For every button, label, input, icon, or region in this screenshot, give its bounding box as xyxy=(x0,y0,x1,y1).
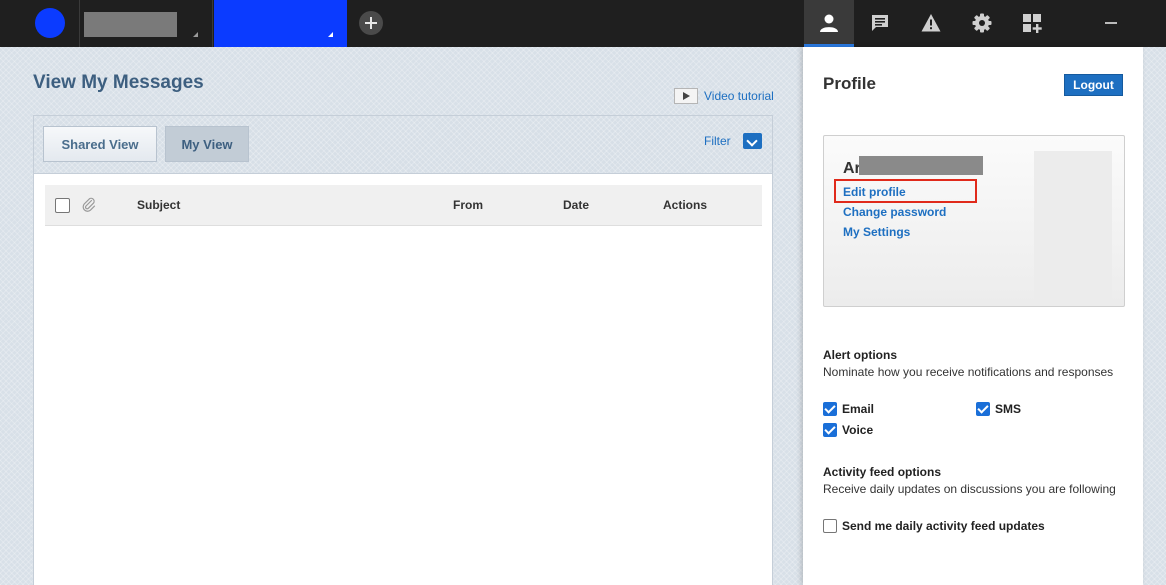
edit-profile-link[interactable]: Edit profile xyxy=(843,185,906,199)
sms-option[interactable]: SMS xyxy=(976,402,1021,416)
logo-icon[interactable] xyxy=(35,8,65,38)
profile-icon xyxy=(820,14,838,32)
filter-dropdown-button[interactable] xyxy=(743,133,762,149)
my-settings-link[interactable]: My Settings xyxy=(843,225,910,239)
email-checkbox[interactable] xyxy=(823,402,837,416)
site-dropdown-indicator xyxy=(328,32,333,37)
top-navigation-bar xyxy=(0,0,1166,47)
add-button[interactable] xyxy=(359,11,383,35)
attachment-icon xyxy=(82,197,96,212)
daily-updates-checkbox[interactable] xyxy=(823,519,837,533)
activity-feed-description: Receive daily updates on discussions you… xyxy=(823,482,1116,496)
page-title: View My Messages xyxy=(33,72,204,93)
column-date[interactable]: Date xyxy=(563,198,589,212)
email-option[interactable]: Email xyxy=(823,402,874,416)
nav-alerts[interactable] xyxy=(906,0,956,47)
sms-checkbox[interactable] xyxy=(976,402,990,416)
column-from[interactable]: From xyxy=(453,198,483,212)
activity-feed-title: Activity feed options xyxy=(823,465,942,479)
org-dropdown-indicator xyxy=(193,32,198,37)
voice-label: Voice xyxy=(842,423,874,437)
divider xyxy=(79,0,80,47)
profile-panel: Profile Logout Ar Edit profile Change pa… xyxy=(803,47,1143,585)
video-tutorial-link[interactable]: Video tutorial xyxy=(674,88,774,104)
profile-card: Ar Edit profile Change password My Setti… xyxy=(823,135,1125,307)
site-selector[interactable] xyxy=(214,0,347,47)
logout-button[interactable]: Logout xyxy=(1064,74,1123,96)
tab-my-view[interactable]: My View xyxy=(165,126,249,162)
column-subject[interactable]: Subject xyxy=(137,198,180,212)
email-label: Email xyxy=(842,402,875,416)
messages-panel: Shared View My View Filter Subject From … xyxy=(33,115,773,585)
alert-options-description: Nominate how you receive notifications a… xyxy=(823,365,1114,379)
settings-icon xyxy=(972,13,992,33)
profile-title: Profile xyxy=(823,74,876,93)
voice-option[interactable]: Voice xyxy=(823,423,873,437)
nav-messages[interactable] xyxy=(855,0,905,47)
sms-label: SMS xyxy=(995,402,1022,416)
organization-selector[interactable] xyxy=(84,12,177,37)
nav-add-widget[interactable] xyxy=(1007,0,1057,47)
column-actions: Actions xyxy=(663,198,708,212)
select-all-checkbox[interactable] xyxy=(55,198,70,213)
redacted-name xyxy=(859,156,983,175)
alerts-icon xyxy=(921,14,941,32)
daily-updates-option[interactable]: Send me daily activity feed updates xyxy=(823,519,1045,533)
panel-header: Shared View My View Filter xyxy=(34,116,772,174)
messages-table-header: Subject From Date Actions xyxy=(45,185,762,226)
add-widget-icon xyxy=(1023,14,1042,33)
nav-profile[interactable] xyxy=(804,0,854,47)
voice-checkbox[interactable] xyxy=(823,423,837,437)
filter-link[interactable]: Filter xyxy=(704,134,731,148)
divider xyxy=(212,0,213,47)
change-password-link[interactable]: Change password xyxy=(843,205,946,219)
alert-options-title: Alert options xyxy=(823,348,897,362)
avatar[interactable] xyxy=(1034,151,1112,301)
messages-icon xyxy=(872,15,888,31)
nav-settings[interactable] xyxy=(957,0,1007,47)
daily-updates-label: Send me daily activity feed updates xyxy=(842,519,1045,533)
minimize-icon[interactable] xyxy=(1105,22,1117,24)
tab-shared-view[interactable]: Shared View xyxy=(43,126,157,162)
play-icon xyxy=(674,88,698,104)
video-tutorial-label: Video tutorial xyxy=(704,89,774,103)
